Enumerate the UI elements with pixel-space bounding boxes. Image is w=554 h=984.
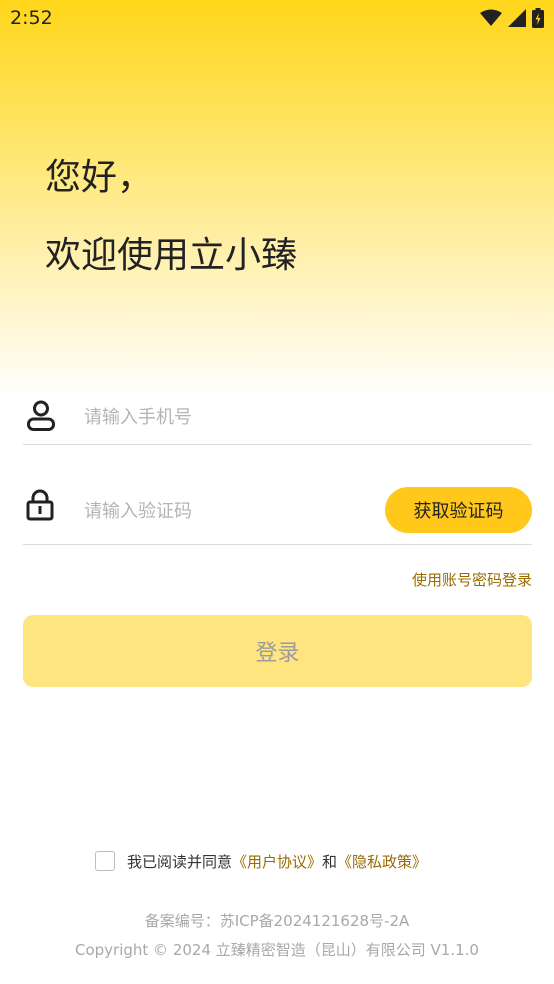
account-password-login-link[interactable]: 使用账号密码登录 xyxy=(412,569,532,590)
copyright-text: Copyright © 2024 立臻精密智造（昆山）有限公司 V1.1.0 xyxy=(75,941,479,959)
header-gradient-background xyxy=(0,0,554,400)
agreement-and: 和 xyxy=(322,852,338,871)
icp-record: 备案编号：苏ICP备2024121628号-2A xyxy=(144,912,410,930)
lock-icon xyxy=(26,489,54,525)
privacy-policy-link[interactable]: 《隐私政策》 xyxy=(337,851,427,872)
user-icon xyxy=(26,400,56,436)
status-time: 2:52 xyxy=(10,7,53,29)
agreement-row: 我已阅读并同意 《用户协议》 和 《隐私政策》 xyxy=(95,849,427,873)
agreement-prefix: 我已阅读并同意 xyxy=(127,852,233,871)
agreement-checkbox[interactable] xyxy=(95,851,115,871)
welcome-title: 欢迎使用立小臻 xyxy=(45,235,298,276)
phone-input[interactable] xyxy=(82,399,376,435)
code-input[interactable] xyxy=(82,493,376,529)
greeting-title: 您好， xyxy=(45,157,154,198)
status-icons xyxy=(480,8,544,28)
login-button[interactable]: 登录 xyxy=(23,615,532,687)
code-divider xyxy=(23,544,532,545)
status-bar: 2:52 xyxy=(0,0,554,36)
wifi-icon xyxy=(480,9,502,27)
battery-icon xyxy=(532,8,544,28)
user-agreement-link[interactable]: 《用户协议》 xyxy=(232,851,322,872)
phone-divider xyxy=(23,444,532,445)
signal-icon xyxy=(508,9,526,27)
get-code-button[interactable]: 获取验证码 xyxy=(385,487,532,533)
